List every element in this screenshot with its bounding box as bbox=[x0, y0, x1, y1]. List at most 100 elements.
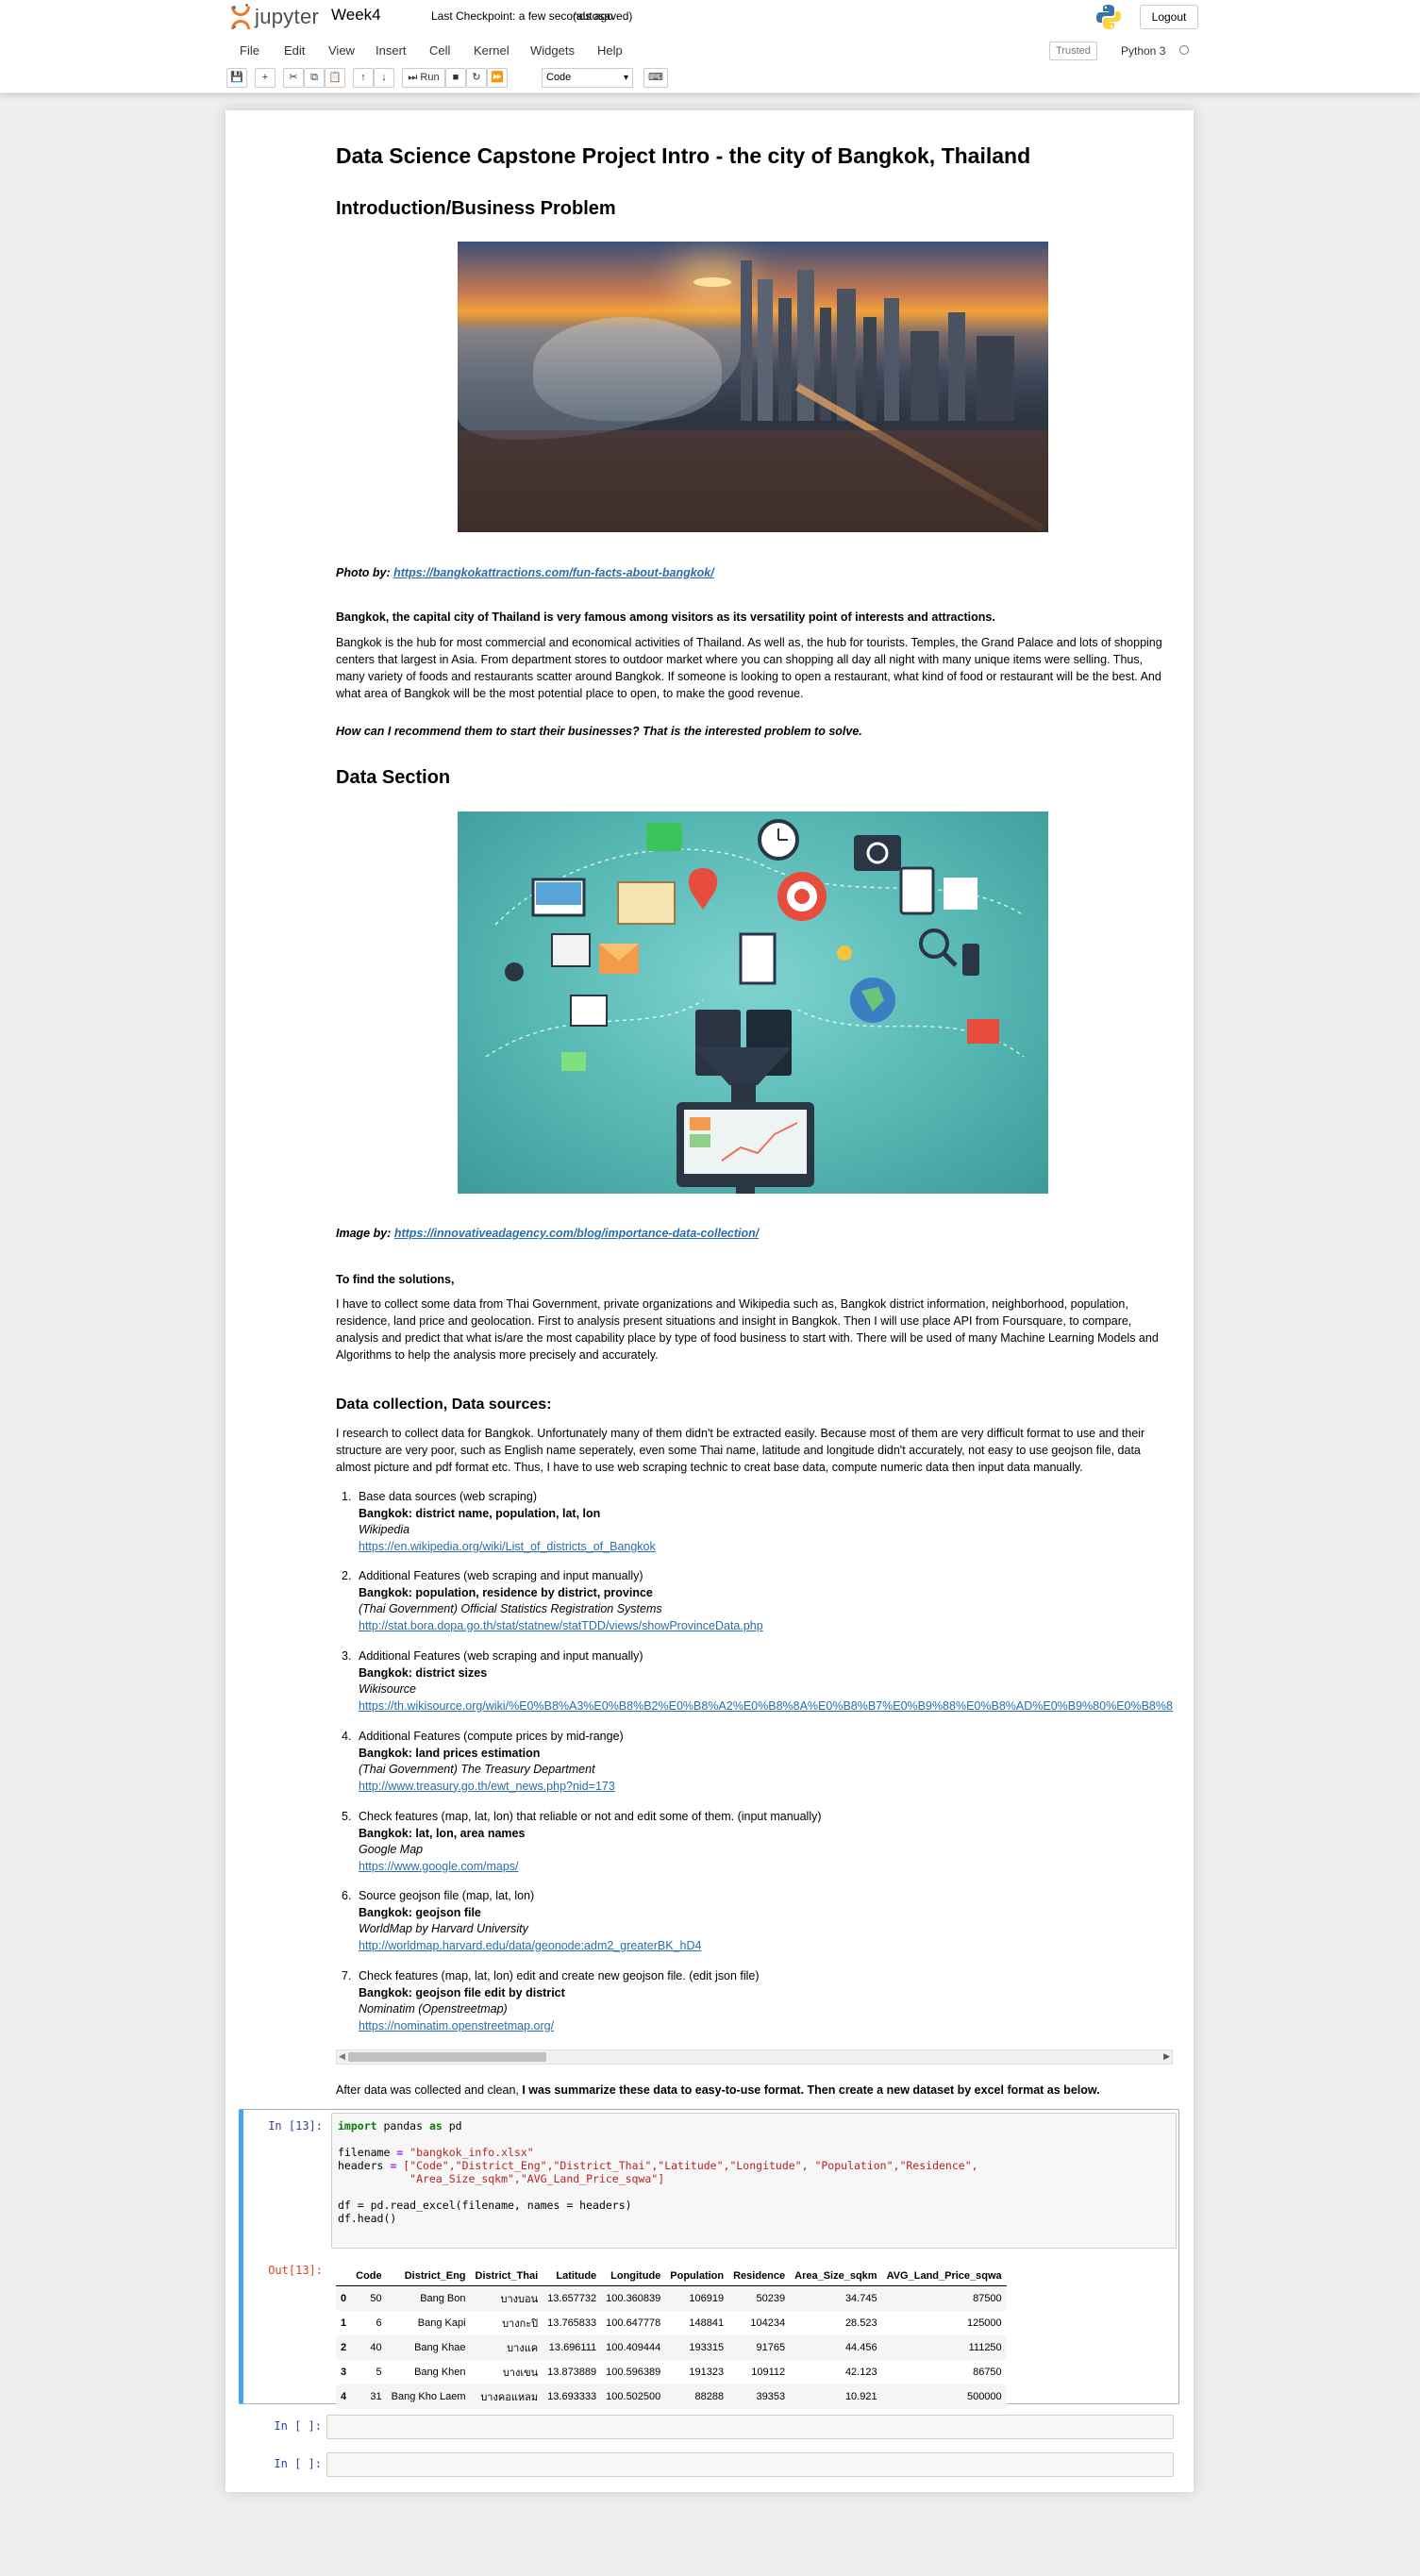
table-cell: 125000 bbox=[966, 2317, 1002, 2329]
source-link[interactable]: https://th.wikisource.org/wiki/%E0%B8%A3… bbox=[359, 1699, 1173, 1713]
trusted-indicator[interactable]: Trusted bbox=[1049, 42, 1097, 60]
table-cell: Bang Kho Laem bbox=[386, 2384, 471, 2409]
arrow-down-icon: ↓ bbox=[381, 72, 387, 83]
keyboard-icon: ⌨ bbox=[648, 72, 663, 83]
problem-question: How can I recommend them to start their … bbox=[336, 725, 862, 738]
insert-cell-button[interactable]: + bbox=[255, 68, 276, 88]
restart-run-all-button[interactable]: ⏩ bbox=[487, 68, 508, 88]
source-italic: WorldMap by Harvard University bbox=[359, 1922, 528, 1935]
source-link[interactable]: https://nominatim.openstreetmap.org/ bbox=[359, 2019, 554, 2032]
copy-icon: ⧉ bbox=[310, 72, 318, 83]
image-credit: Image by: https://innovativeadagency.com… bbox=[336, 1225, 1173, 1242]
copy-button[interactable]: ⧉ bbox=[304, 68, 325, 88]
source-link[interactable]: https://www.google.com/maps/ bbox=[359, 1860, 519, 1873]
autosave-status: (autosaved) bbox=[573, 9, 633, 23]
table-cell: บางเขน bbox=[502, 2367, 539, 2379]
cut-button[interactable]: ✂ bbox=[283, 68, 304, 88]
source-link[interactable]: http://www.treasury.go.th/ewt_news.php?n… bbox=[359, 1780, 615, 1793]
column-header: Residence bbox=[728, 2267, 791, 2286]
table-cell: 88288 bbox=[665, 2384, 729, 2409]
column-header: Area_Size_sqkm bbox=[790, 2267, 882, 2286]
menu-cell[interactable]: Cell bbox=[429, 43, 450, 58]
menu-view[interactable]: View bbox=[328, 43, 355, 58]
after-collection-text: After data was collected and clean, I wa… bbox=[336, 2082, 1173, 2099]
python-logo-icon bbox=[1096, 5, 1121, 29]
paste-icon: 📋 bbox=[328, 72, 342, 83]
interrupt-button[interactable]: ■ bbox=[445, 68, 466, 88]
jupyter-logo[interactable]: jupyter bbox=[230, 2, 319, 32]
menu-edit[interactable]: Edit bbox=[284, 43, 305, 58]
table-cell: บางแค bbox=[470, 2335, 543, 2360]
notebook-container: Data Science Capstone Project Intro - th… bbox=[226, 110, 1194, 2492]
jupyter-wordmark: jupyter bbox=[255, 5, 320, 28]
code-line-headers-cont: "Area_Size_sqkm","AVG_Land_Price_sqwa"] bbox=[338, 2172, 665, 2185]
menu-file[interactable]: File bbox=[240, 43, 259, 58]
table-cell: 34.745 bbox=[790, 2285, 882, 2311]
table-cell: 109112 bbox=[751, 2367, 786, 2378]
move-up-button[interactable]: ↑ bbox=[353, 68, 374, 88]
scroll-right-icon[interactable]: ▶ bbox=[1163, 2051, 1170, 2062]
source-link[interactable]: https://en.wikipedia.org/wiki/List_of_di… bbox=[359, 1540, 656, 1553]
notebook-header: jupyter Week4 Last Checkpoint: a few sec… bbox=[0, 0, 1420, 93]
source-title: Additional Features (compute prices by m… bbox=[359, 1730, 624, 1743]
restart-icon: ↻ bbox=[472, 72, 481, 83]
empty-code-cell[interactable] bbox=[326, 2452, 1174, 2477]
list-item-number: 2. bbox=[342, 1569, 352, 1582]
scroll-left-icon[interactable]: ◀ bbox=[339, 2051, 345, 2062]
table-cell: Bang Kapi bbox=[417, 2317, 466, 2329]
command-palette-button[interactable]: ⌨ bbox=[643, 68, 668, 88]
table-row: 0 50 Bang Bon บางบอน 13.657732 100.360839 1069… bbox=[336, 2285, 1007, 2311]
row-index: 3 bbox=[341, 2367, 347, 2378]
code-cell-selected[interactable]: In [13]: import pandas as pd filename = … bbox=[239, 2109, 1179, 2409]
table-cell: 86750 bbox=[973, 2367, 1002, 2378]
table-cell: 39353 bbox=[728, 2384, 791, 2409]
find-solutions-heading: To find the solutions, bbox=[336, 1273, 455, 1286]
menu-widgets[interactable]: Widgets bbox=[530, 43, 575, 58]
paste-button[interactable]: 📋 bbox=[325, 68, 345, 88]
output-prompt: Out[13]: bbox=[268, 2264, 323, 2277]
table-cell: 10.921 bbox=[790, 2384, 882, 2409]
photo-credit-label: Photo by: bbox=[336, 566, 391, 579]
horizontal-scrollbar[interactable]: ◀ ▶ bbox=[336, 2049, 1173, 2065]
source-title: Additional Features (web scraping and in… bbox=[359, 1569, 643, 1582]
table-cell: Bang Khae bbox=[386, 2335, 471, 2360]
restart-button[interactable]: ↻ bbox=[466, 68, 487, 88]
table-cell: บางบอน bbox=[470, 2285, 543, 2311]
row-index: 1 bbox=[341, 2317, 347, 2329]
photo-credit-link[interactable]: https://bangkokattractions.com/fun-facts… bbox=[393, 566, 714, 579]
scrollbar-thumb[interactable] bbox=[348, 2052, 546, 2062]
code-editor[interactable]: import pandas as pd filename = "bangkok_… bbox=[331, 2113, 1177, 2249]
table-cell: 13.765833 bbox=[547, 2317, 597, 2329]
code-line-head: df.head() bbox=[338, 2212, 397, 2225]
logout-button[interactable]: Logout bbox=[1140, 5, 1198, 29]
data-sources-list: 1. Base data sources (web scraping) Bang… bbox=[336, 1489, 1173, 2168]
menu-insert[interactable]: Insert bbox=[376, 43, 407, 58]
menu-help[interactable]: Help bbox=[597, 43, 623, 58]
menu-kernel[interactable]: Kernel bbox=[474, 43, 510, 58]
source-italic: Google Map bbox=[359, 1843, 424, 1856]
list-item-number: 4. bbox=[342, 1730, 352, 1743]
source-link[interactable]: http://stat.bora.dopa.go.th/stat/statnew… bbox=[359, 1619, 763, 1632]
source-bold: Bangkok: lat, lon, area names bbox=[359, 1826, 526, 1840]
list-item-number: 5. bbox=[342, 1810, 352, 1823]
save-button[interactable]: 💾 bbox=[226, 68, 247, 88]
table-cell: 100.360839 bbox=[601, 2285, 666, 2311]
move-down-button[interactable]: ↓ bbox=[374, 68, 394, 88]
list-item-number: 7. bbox=[342, 1969, 352, 1982]
table-cell: 31 bbox=[351, 2384, 387, 2409]
scissors-icon: ✂ bbox=[289, 72, 298, 83]
table-cell: 100.647778 bbox=[606, 2317, 661, 2329]
run-button[interactable]: ⏭ Run bbox=[402, 68, 445, 88]
notebook-name[interactable]: Week4 bbox=[331, 6, 381, 25]
image-credit-link[interactable]: https://innovativeadagency.com/blog/impo… bbox=[394, 1227, 759, 1240]
cell-type-select[interactable]: Code bbox=[542, 68, 633, 88]
dataframe-table: Code District_Eng District_Thai Latitude… bbox=[336, 2267, 1007, 2409]
source-link[interactable]: http://worldmap.harvard.edu/data/geonode… bbox=[359, 1939, 701, 1952]
row-index: 2 bbox=[336, 2335, 352, 2360]
table-cell: 13.873889 bbox=[547, 2367, 597, 2378]
image-credit-label: Image by: bbox=[336, 1227, 392, 1240]
source-italic: (Thai Government) Official Statistics Re… bbox=[359, 1602, 662, 1615]
empty-code-cell[interactable] bbox=[326, 2415, 1174, 2439]
intro-paragraph: Bangkok is the hub for most commercial a… bbox=[336, 636, 1162, 700]
kernel-name: Python 3 bbox=[1121, 44, 1166, 58]
